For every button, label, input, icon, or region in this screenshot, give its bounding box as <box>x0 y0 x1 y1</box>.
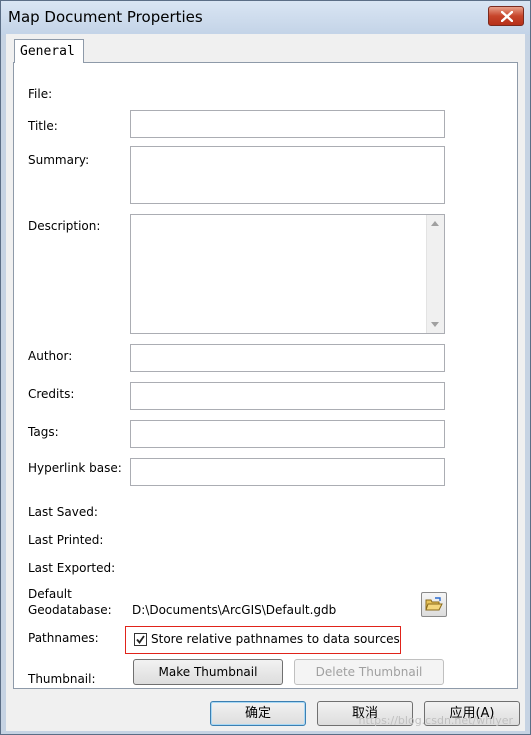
close-icon <box>501 11 513 22</box>
dialog-client-area: General File: Title: Summary: Descriptio… <box>6 34 525 731</box>
scroll-down-arrow-icon[interactable] <box>431 322 439 327</box>
title-input[interactable] <box>130 110 445 138</box>
make-thumbnail-button[interactable]: Make Thumbnail <box>133 659 283 685</box>
summary-textarea[interactable] <box>130 146 445 204</box>
pathnames-label: Pathnames: <box>28 631 99 645</box>
tags-input[interactable] <box>130 420 445 448</box>
watermark-text: https://blog.csdn.net/whlyer <box>358 714 514 727</box>
hyperlink-base-input[interactable] <box>130 458 445 486</box>
default-geodatabase-label-line2: Geodatabase: <box>28 603 112 617</box>
close-button[interactable] <box>488 6 524 26</box>
description-scrollbar[interactable] <box>426 215 444 333</box>
dialog-window: Map Document Properties General File: Ti… <box>0 0 531 735</box>
checkmark-icon <box>136 635 145 644</box>
tags-label: Tags: <box>28 425 59 439</box>
store-relative-pathnames-label[interactable]: Store relative pathnames to data sources <box>151 632 400 646</box>
last-saved-label: Last Saved: <box>28 505 98 519</box>
last-printed-label: Last Printed: <box>28 533 104 547</box>
summary-label: Summary: <box>28 153 90 167</box>
delete-thumbnail-button[interactable]: Delete Thumbnail <box>294 659 444 685</box>
window-title: Map Document Properties <box>8 8 203 26</box>
author-input[interactable] <box>130 344 445 372</box>
default-geodatabase-path: D:\Documents\ArcGIS\Default.gdb <box>132 603 337 617</box>
description-label: Description: <box>28 219 101 233</box>
thumbnail-label: Thumbnail: <box>28 672 96 686</box>
browse-geodatabase-button[interactable] <box>421 592 447 617</box>
credits-label: Credits: <box>28 387 75 401</box>
ok-button[interactable]: 确定 <box>210 701 306 726</box>
title-label: Title: <box>28 119 58 133</box>
last-exported-label: Last Exported: <box>28 561 116 575</box>
default-geodatabase-label-line1: Default <box>28 587 72 601</box>
general-tab-panel: File: Title: Summary: Description: Autho… <box>13 62 518 689</box>
author-label: Author: <box>28 349 73 363</box>
tab-general[interactable]: General <box>14 39 84 63</box>
file-label: File: <box>28 87 53 101</box>
scroll-up-arrow-icon[interactable] <box>431 221 439 226</box>
title-bar: Map Document Properties <box>1 1 530 35</box>
hyperlink-base-label: Hyperlink base: <box>28 461 122 475</box>
credits-input[interactable] <box>130 382 445 410</box>
description-textarea[interactable] <box>130 214 445 334</box>
store-relative-pathnames-checkbox[interactable] <box>134 633 147 646</box>
folder-open-icon <box>425 597 443 611</box>
